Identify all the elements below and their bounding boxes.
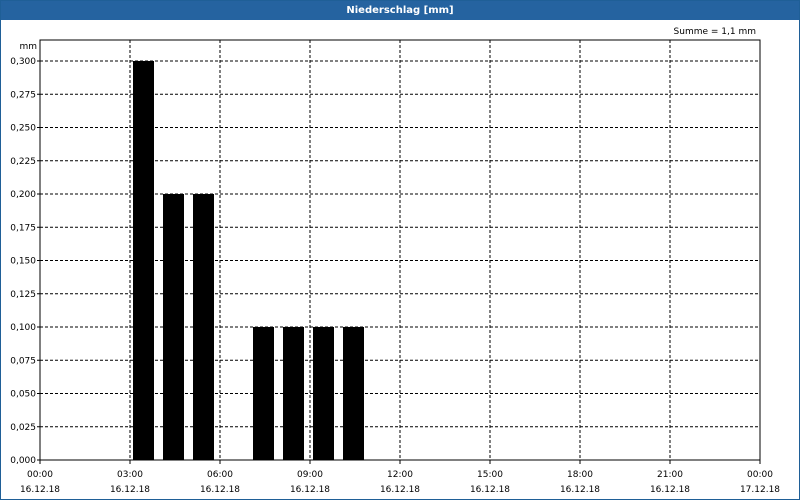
y-tick-label: 0,175 xyxy=(10,223,36,233)
x-tick-date: 16.12.18 xyxy=(200,485,240,495)
x-tick-date: 16.12.18 xyxy=(650,485,690,495)
y-tick-label: 0,225 xyxy=(10,157,36,167)
y-tick-label: 0,300 xyxy=(10,57,36,67)
y-tick-label: 0,050 xyxy=(10,390,36,400)
y-tick-label: 0,025 xyxy=(10,423,36,433)
y-axis-ticks: 0,000 0,025 0,050 0,075 0,100 0,125 0,150 0,175… xyxy=(10,57,40,466)
y-tick-label: 0,125 xyxy=(10,290,36,300)
x-tick-time: 18:00 xyxy=(567,470,593,480)
x-tick-time: 00:00 xyxy=(27,470,53,480)
x-axis-ticks: 00:00 16.12.18 03:00 16.12.18 06:00 16.12.18 0… xyxy=(20,460,780,495)
x-tick-date: 16.12.18 xyxy=(380,485,420,495)
x-tick-time: 06:00 xyxy=(207,470,233,480)
y-tick-label: 0,200 xyxy=(10,190,36,200)
y-axis-label: mm xyxy=(19,42,37,52)
bar xyxy=(193,194,214,460)
bar xyxy=(283,327,304,460)
bar xyxy=(133,61,154,460)
summary-label: Summe = 1,1 mm xyxy=(674,27,756,37)
bar xyxy=(343,327,364,460)
bar xyxy=(313,327,334,460)
y-tick-label: 0,150 xyxy=(10,257,36,267)
x-tick-date: 16.12.18 xyxy=(470,485,510,495)
bar xyxy=(163,194,184,460)
y-tick-label: 0,000 xyxy=(10,456,36,466)
bar xyxy=(253,327,274,460)
x-tick-date: 17.12.18 xyxy=(740,485,780,495)
x-tick-time: 12:00 xyxy=(387,470,413,480)
bar-series xyxy=(133,61,364,460)
x-tick-date: 16.12.18 xyxy=(110,485,150,495)
x-tick-date: 16.12.18 xyxy=(290,485,330,495)
y-tick-label: 0,250 xyxy=(10,124,36,134)
y-tick-label: 0,275 xyxy=(10,90,36,100)
x-tick-time: 00:00 xyxy=(747,470,773,480)
x-tick-date: 16.12.18 xyxy=(20,485,60,495)
y-tick-label: 0,100 xyxy=(10,323,36,333)
x-tick-time: 03:00 xyxy=(117,470,143,480)
x-tick-time: 15:00 xyxy=(477,470,503,480)
x-tick-time: 21:00 xyxy=(657,470,683,480)
x-tick-date: 16.12.18 xyxy=(560,485,600,495)
x-tick-time: 09:00 xyxy=(297,470,323,480)
precipitation-chart: 0,000 0,025 0,050 0,075 0,100 0,125 0,150 0,175… xyxy=(10,27,780,495)
y-tick-label: 0,075 xyxy=(10,356,36,366)
